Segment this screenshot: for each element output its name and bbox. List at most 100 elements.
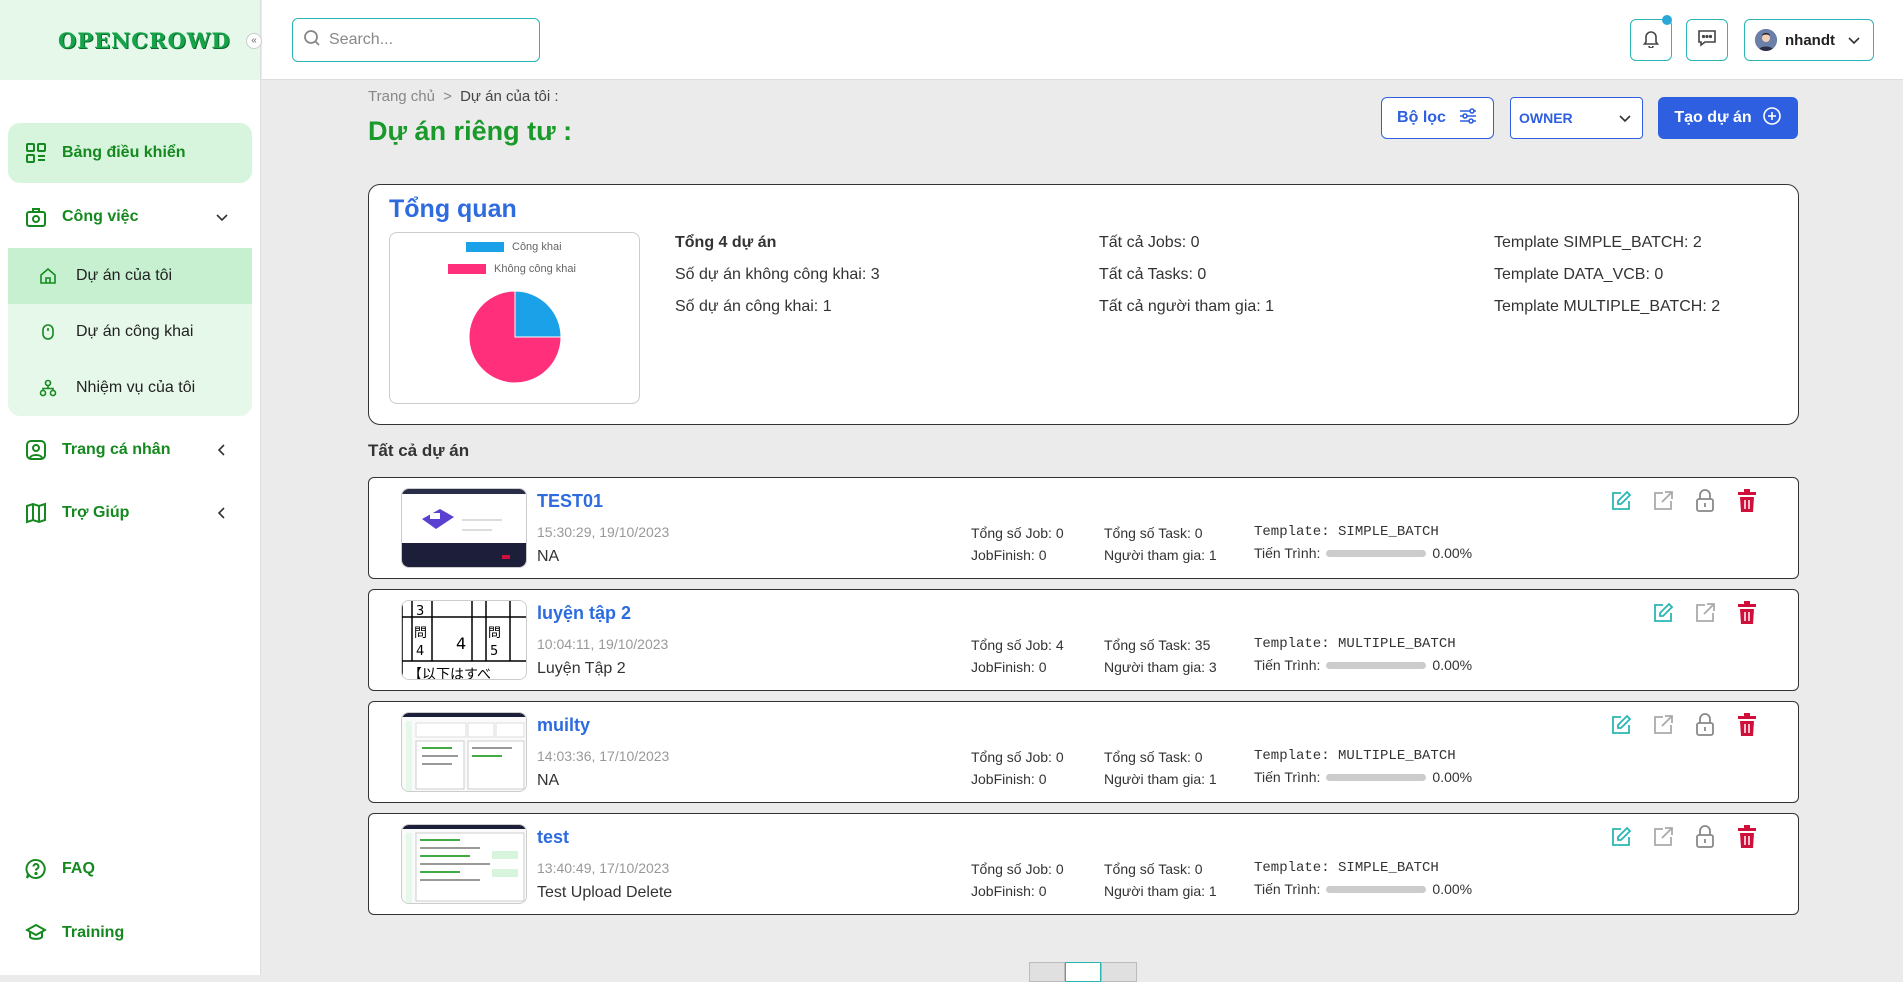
messages-button[interactable] [1686, 19, 1728, 61]
edit-icon[interactable] [1609, 712, 1633, 738]
legend-item-private[interactable]: Không công khai [448, 263, 576, 275]
trash-icon[interactable] [1735, 600, 1759, 626]
project-card[interactable]: test 13:40:49, 17/10/2023 Test Upload Dele… [368, 813, 1799, 915]
sidebar-item-training[interactable]: Training [8, 906, 252, 960]
project-participants: Người tham gia: 1 [1104, 771, 1217, 787]
project-total-tasks: Tổng số Task: 0 [1104, 525, 1203, 541]
breadcrumb-current: Dự án của tôi : [460, 88, 559, 105]
project-template: Template: SIMPLE_BATCH [1254, 524, 1439, 540]
notification-dot [1662, 15, 1672, 25]
progress-label: Tiến Trình: [1254, 657, 1321, 673]
sidebar-item-dashboard[interactable]: Bảng điều khiển [8, 123, 252, 183]
project-total-jobs: Tổng số Job: 0 [971, 749, 1064, 765]
role-select[interactable]: OWNER [1510, 97, 1643, 139]
edit-icon[interactable] [1609, 824, 1633, 850]
work-submenu: Dự án của tôi Dự án công khai Nhiệm vụ c… [8, 248, 252, 416]
lock-icon[interactable] [1693, 824, 1717, 850]
sidebar: OPENCROWD « Bảng điều khiển Công việc Dự… [0, 0, 262, 975]
project-total-jobs: Tổng số Job: 4 [971, 637, 1064, 653]
svg-text:問: 問 [414, 626, 427, 641]
project-name[interactable]: luyện tập 2 [537, 603, 631, 624]
trash-icon[interactable] [1735, 712, 1759, 738]
home-icon [38, 266, 58, 286]
sidebar-item-label: FAQ [62, 860, 95, 877]
book-icon [24, 501, 48, 525]
lock-icon[interactable] [1693, 712, 1717, 738]
notifications-button[interactable] [1630, 15, 1672, 61]
search-box[interactable] [292, 18, 540, 62]
filter-label: Bộ lọc [1397, 109, 1446, 126]
logo[interactable]: OPENCROWD « [0, 0, 262, 80]
sidebar-item-profile[interactable]: Trang cá nhân [8, 423, 252, 477]
project-card[interactable]: muilty 14:03:36, 17/10/2023 NA Tổng số Job:… [368, 701, 1799, 803]
work-icon [24, 205, 48, 229]
breadcrumb-home[interactable]: Trang chủ [368, 88, 435, 105]
trash-icon[interactable] [1735, 488, 1759, 514]
project-date: 15:30:29, 19/10/2023 [537, 524, 670, 540]
legend-item-public[interactable]: Công khai [466, 241, 562, 253]
mouse-icon [38, 322, 58, 342]
chevron-left-icon[interactable] [212, 503, 232, 523]
project-actions [1651, 600, 1759, 626]
project-card[interactable]: TEST01 15:30:29, 19/10/2023 NA Tổng số Job:… [368, 477, 1799, 579]
project-thumbnail[interactable] [401, 824, 527, 904]
project-total-tasks: Tổng số Task: 35 [1104, 637, 1211, 653]
project-thumbnail[interactable] [401, 712, 527, 792]
profile-icon [24, 438, 48, 462]
sidebar-subitem-public-projects[interactable]: Dự án công khai [8, 304, 252, 360]
lock-icon[interactable] [1693, 488, 1717, 514]
pagination-prev[interactable] [1029, 962, 1065, 982]
create-project-button[interactable]: Tạo dự án [1658, 97, 1798, 139]
project-thumbnail[interactable] [401, 488, 527, 568]
search-input[interactable] [329, 31, 529, 49]
svg-text:4: 4 [456, 634, 466, 653]
sidebar-subitem-my-tasks[interactable]: Nhiệm vụ của tôi [8, 360, 252, 416]
project-thumbnail[interactable]: 3 問 4 4 問 5 【以下はすべ [401, 600, 527, 680]
filter-button[interactable]: Bộ lọc [1381, 97, 1494, 139]
progress-bar [1326, 773, 1427, 781]
chevron-down-icon[interactable] [212, 207, 232, 227]
project-total-jobs: Tổng số Job: 0 [971, 525, 1064, 541]
chevron-down-icon [1847, 33, 1861, 51]
share-icon[interactable] [1651, 712, 1675, 738]
legend-swatch [466, 242, 504, 252]
pie-slice-0[interactable] [514, 290, 562, 338]
project-date: 14:03:36, 17/10/2023 [537, 748, 670, 764]
project-total-tasks: Tổng số Task: 0 [1104, 861, 1203, 877]
sidebar-subitem-my-projects[interactable]: Dự án của tôi [8, 248, 252, 304]
project-participants: Người tham gia: 1 [1104, 883, 1217, 899]
pagination-page-current[interactable] [1065, 962, 1101, 982]
hierarchy-icon [38, 378, 58, 398]
edit-icon[interactable] [1609, 488, 1633, 514]
stat-all-tasks: Tất cả Tasks: 0 [1099, 266, 1207, 283]
project-card[interactable]: 3 問 4 4 問 5 【以下はすべ luyện tập 2 10:04:11, 19/10/2… [368, 589, 1799, 691]
project-progress: Tiến Trình: 0.00% [1254, 657, 1472, 673]
user-menu-button[interactable]: nhandt [1744, 19, 1874, 61]
sidebar-item-label: Công việc [62, 208, 139, 225]
project-progress: Tiến Trình: 0.00% [1254, 769, 1472, 785]
pagination-next[interactable] [1101, 962, 1137, 982]
share-icon[interactable] [1651, 488, 1675, 514]
project-total-tasks: Tổng số Task: 0 [1104, 749, 1203, 765]
progress-bar [1326, 885, 1427, 893]
project-description: NA [537, 772, 560, 789]
project-name[interactable]: TEST01 [537, 491, 603, 512]
edit-icon[interactable] [1651, 600, 1675, 626]
japanese-sheet: 3 問 4 4 問 5 【以下はすべ [402, 601, 526, 679]
project-name[interactable]: muilty [537, 715, 590, 736]
svg-text:4: 4 [416, 644, 424, 659]
collapse-sidebar-button[interactable]: « [246, 33, 262, 49]
overview-chart: Công khai Không công khai [389, 232, 640, 404]
share-icon[interactable] [1693, 600, 1717, 626]
progress-value: 0.00% [1432, 657, 1473, 673]
stat-all-participants: Tất cả người tham gia: 1 [1099, 298, 1275, 315]
trash-icon[interactable] [1735, 824, 1759, 850]
sidebar-item-work[interactable]: Công việc [8, 190, 252, 244]
sidebar-item-faq[interactable]: FAQ [8, 842, 252, 896]
chevron-left-icon[interactable] [212, 440, 232, 460]
sidebar-item-help[interactable]: Trợ Giúp [8, 486, 252, 540]
project-name[interactable]: test [537, 827, 569, 848]
pie-chart [468, 290, 562, 384]
project-jobs-finished: JobFinish: 0 [971, 771, 1047, 787]
share-icon[interactable] [1651, 824, 1675, 850]
